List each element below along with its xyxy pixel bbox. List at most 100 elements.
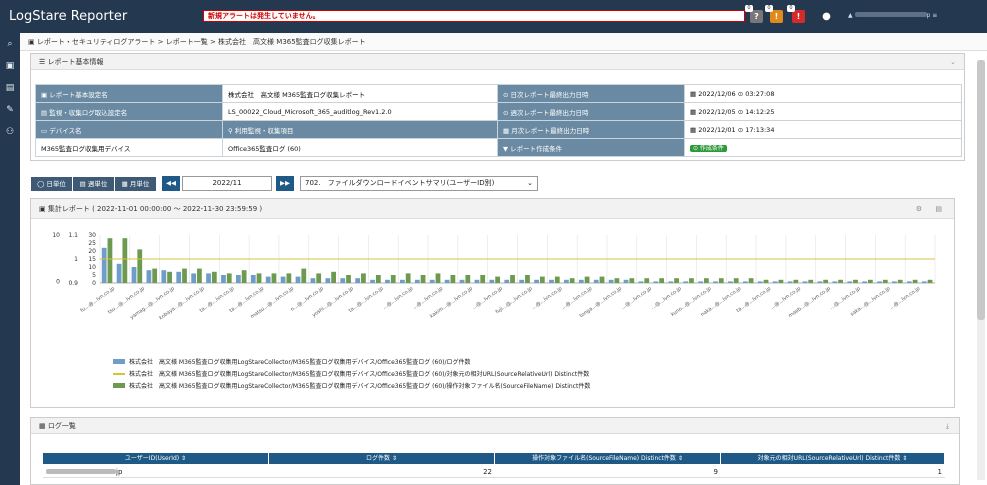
bar-log-count: [340, 278, 346, 283]
column-header[interactable]: 操作対象ファイル名(SourceFileName) Distinct件数 ⇕: [495, 453, 721, 464]
breadcrumb: ▣ レポート・セキュリティログアラート > レポート一覧 > 株式会社 高文様 …: [20, 33, 987, 51]
bar-log-count: [325, 278, 331, 283]
bar-file-distinct: [912, 279, 918, 283]
legend-label: 株式会社 高文様 M365監査ログ収集用LogStareCollector/M3…: [129, 371, 590, 378]
user-name: p: [926, 12, 931, 19]
bar-file-distinct: [748, 278, 754, 283]
user-menu[interactable]: ▲ p ≡: [848, 12, 944, 20]
bar-log-count: [414, 279, 420, 283]
label-report-name: ▣ レポート基本設定名: [35, 84, 223, 103]
bar-file-distinct: [182, 268, 187, 283]
page-scrollbar[interactable]: [977, 60, 985, 480]
bar-file-distinct: [689, 278, 694, 283]
image-icon[interactable]: ▣: [0, 55, 20, 77]
value-weekly: ▦ 2022/12/05 ⊙ 14:12:25: [684, 102, 962, 121]
y-tick-label: 10: [88, 264, 96, 271]
bar-log-count: [653, 281, 659, 283]
export-icon[interactable]: ▤: [935, 199, 942, 219]
wrench-icon[interactable]: ✎: [0, 99, 20, 121]
scrollbar-thumb[interactable]: [977, 60, 985, 320]
bar-log-count: [892, 281, 897, 283]
weekly-button[interactable]: ▤ 週単位: [73, 177, 114, 191]
report-select[interactable]: 702. ファイルダウンロードイベントサマリ(ユーザーID別) ⌄: [300, 176, 538, 191]
bar-file-distinct: [510, 275, 515, 283]
next-button[interactable]: ▶▶: [276, 176, 294, 191]
label-weekly: ⊙ 週次レポート最終出力日時: [497, 102, 685, 121]
bar-log-count: [146, 270, 152, 283]
bar-log-count: [235, 275, 241, 283]
table-cell: jp: [43, 467, 269, 478]
bar-file-distinct: [346, 275, 351, 283]
chart-title: 集計レポート ( 2022-11-01 00:00:00 ～ 2022-11-3…: [47, 205, 263, 213]
bar-file-distinct: [927, 279, 933, 283]
condition-button[interactable]: ⊙ 作成条件: [690, 145, 727, 152]
legend-item[interactable]: 株式会社 高文様 M365監査ログ収集用LogStareCollector/M3…: [113, 357, 471, 366]
download-icon[interactable]: ⤓: [946, 418, 949, 434]
warning-icon[interactable]: !: [770, 10, 783, 23]
bar-file-distinct: [659, 278, 665, 283]
bar-file-distinct: [226, 273, 232, 283]
label-item: ⚲ 利用監視・収集項目: [222, 120, 498, 139]
monthly-button[interactable]: ▦ 月単位: [115, 177, 156, 191]
x-tick-label: ...@...lvn.co.jp: [531, 286, 564, 311]
search-icon[interactable]: ⌕: [0, 33, 20, 55]
legend-swatch: [113, 383, 125, 388]
column-header[interactable]: ログ件数 ⇕: [269, 453, 495, 464]
bar-log-count: [564, 279, 569, 283]
month-input[interactable]: 2022/11: [182, 176, 272, 191]
column-header[interactable]: ユーザーID(UserId) ⇕: [43, 453, 269, 464]
report-icon[interactable]: ▤: [0, 77, 20, 99]
breadcrumb-text[interactable]: レポート・セキュリティログアラート > レポート一覧 > 株式会社 高文様 M3…: [37, 38, 366, 46]
panel-title: ログ一覧: [47, 422, 76, 430]
legend-label: 株式会社 高文様 M365監査ログ収集用LogStareCollector/M3…: [129, 359, 471, 366]
redacted-text: [46, 469, 116, 474]
bar-log-count: [519, 279, 525, 283]
bar-file-distinct: [897, 279, 903, 283]
users-icon[interactable]: ⚇: [0, 121, 20, 143]
bar-log-count: [549, 279, 554, 283]
help-icon[interactable]: ●: [820, 10, 833, 23]
bar-file-distinct: [718, 278, 724, 283]
bar-log-count: [504, 279, 510, 283]
bar-file-distinct: [823, 279, 829, 283]
x-tick-label: ...@...lvn.co.jp: [382, 286, 415, 311]
y-tick-label: 10: [52, 232, 60, 239]
legend-item[interactable]: 株式会社 高文様 M365監査ログ収集用LogStareCollector/M3…: [113, 381, 590, 390]
daily-button[interactable]: ◯ 日単位: [31, 177, 72, 191]
panel-header: ▦ ログ一覧 ⤓: [31, 418, 959, 434]
bar-file-distinct: [137, 249, 143, 283]
bar-file-distinct: [525, 275, 530, 283]
bar-log-count: [921, 281, 927, 283]
chevron-down-icon: ⌄: [527, 179, 533, 187]
bar-file-distinct: [316, 273, 322, 283]
bar-log-count: [385, 279, 390, 283]
bar-log-count: [250, 275, 256, 283]
bar-file-distinct: [733, 278, 739, 283]
label-device: ▭ デバイス名: [35, 120, 223, 139]
y-tick-label: 1.1: [68, 232, 78, 239]
info-icon[interactable]: ?: [750, 10, 763, 23]
bar-file-distinct: [241, 270, 247, 283]
legend-item[interactable]: 株式会社 高文様 M365監査ログ収集用LogStareCollector/M3…: [113, 369, 589, 378]
bar-file-distinct: [882, 279, 888, 283]
x-tick-label: ...@...lvn.co.jp: [620, 286, 653, 311]
legend-swatch: [113, 372, 125, 375]
column-header[interactable]: 対象元の相対URL(SourceRelativeUrl) Distinct件数 …: [721, 453, 945, 464]
y-tick-label: 0: [92, 280, 96, 287]
error-icon[interactable]: !: [792, 10, 805, 23]
chevron-down-icon[interactable]: ⌄: [950, 54, 956, 70]
bar-log-count: [578, 279, 584, 283]
prev-button[interactable]: ◀◀: [162, 176, 180, 191]
bar-file-distinct: [539, 276, 545, 283]
table-cell: 9: [495, 467, 721, 478]
bar-file-distinct: [450, 275, 456, 283]
bar-log-count: [862, 281, 868, 283]
y-tick-label: 5: [92, 272, 96, 279]
bar-log-count: [593, 279, 599, 283]
y-tick-label: 15: [88, 256, 96, 263]
bar-log-count: [191, 273, 197, 283]
bar-log-count: [310, 278, 316, 283]
gear-icon[interactable]: ⚙: [916, 199, 922, 219]
bar-file-distinct: [152, 268, 158, 283]
alert-bar[interactable]: 新規アラートは発生していません。: [203, 10, 745, 22]
